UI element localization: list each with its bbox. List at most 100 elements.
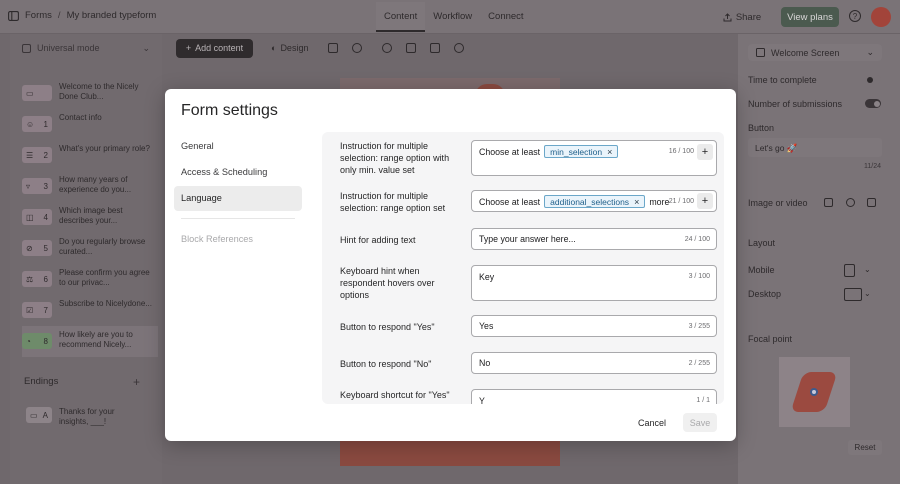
- list-item[interactable]: ⊘ 5 Do you regularly browse curated...: [22, 233, 158, 264]
- contact-icon: ☺ 1: [22, 116, 52, 132]
- no-button-input[interactable]: No 2 / 255: [471, 352, 717, 374]
- trash-icon[interactable]: [867, 198, 876, 207]
- view-plans-button[interactable]: View plans: [781, 7, 839, 27]
- avatar[interactable]: [871, 7, 891, 27]
- top-bar: Forms / My branded typeform Content Work…: [0, 0, 900, 34]
- setting-label: Instruction for multiple selection: rang…: [340, 191, 446, 214]
- edit-image-icon[interactable]: [846, 198, 855, 207]
- tab-connect[interactable]: Connect: [480, 0, 531, 34]
- list-item[interactable]: ▿ 3 How many years of experience do you...: [22, 171, 158, 202]
- mode-select[interactable]: Universal mode ⌄: [10, 40, 158, 56]
- number-of-submissions-toggle[interactable]: [865, 99, 881, 108]
- time-to-complete-toggle[interactable]: [865, 75, 881, 84]
- tab-workflow[interactable]: Workflow: [425, 0, 480, 34]
- modal-title: Form settings: [181, 102, 278, 119]
- setting-label: Button to respond "No": [340, 359, 432, 369]
- image-choice-icon: ◫ 4: [22, 209, 52, 225]
- setting-label: Instruction for multiple selection: rang…: [340, 141, 450, 176]
- add-variable-button[interactable]: +: [697, 144, 713, 160]
- share-label: Share: [735, 11, 762, 23]
- dropdown-icon: ▿ 3: [22, 178, 52, 194]
- chevron-down-icon[interactable]: ⌄: [864, 265, 871, 274]
- number-of-submissions-label: Number of submissions: [748, 99, 843, 109]
- variable-chip[interactable]: min_selection ×: [544, 145, 619, 158]
- list-item[interactable]: ◫ 4 Which image best describes your...: [22, 202, 158, 233]
- welcome-icon: ▭: [22, 85, 52, 101]
- mode-label: Universal mode: [37, 43, 100, 53]
- range-min-instruction-input[interactable]: Choose at least min_selection × 16 / 100 …: [471, 140, 717, 176]
- language-settings-panel[interactable]: Instruction for multiple selection: rang…: [322, 132, 724, 404]
- variable-chip[interactable]: additional_selections ×: [544, 195, 646, 208]
- form-name[interactable]: My branded typeform: [67, 10, 157, 21]
- button-text-input[interactable]: Let's go 🚀: [748, 138, 882, 157]
- reset-button[interactable]: Reset: [848, 440, 882, 455]
- nav-item-access-scheduling[interactable]: Access & Scheduling: [174, 160, 302, 185]
- help-icon[interactable]: ?: [849, 10, 861, 22]
- nav-item-general[interactable]: General: [174, 134, 302, 159]
- add-ending-icon[interactable]: +: [133, 375, 140, 389]
- design-button[interactable]: ◐ Design: [271, 43, 308, 53]
- desktop-label: Desktop: [748, 289, 782, 299]
- question-list: ▭ Welcome to the Nicely Done Club... ☺ 1 Co…: [22, 78, 158, 357]
- save-button[interactable]: Save: [683, 413, 717, 432]
- char-count: 21 / 100: [668, 198, 694, 205]
- nav-divider: [181, 218, 295, 219]
- breadcrumb-separator: /: [57, 10, 61, 21]
- nav-item-block-references: Block References: [181, 234, 254, 244]
- settings-nav: General Access & Scheduling Language Blo…: [174, 134, 302, 253]
- ending-item[interactable]: ▭ A Thanks for your insights, ___!: [26, 407, 139, 427]
- breadcrumb-forms-link[interactable]: Forms: [25, 10, 52, 21]
- list-item[interactable]: ☺ 1 Contact info: [22, 109, 158, 140]
- list-item[interactable]: ▭ Welcome to the Nicely Done Club...: [22, 78, 158, 109]
- desktop-layout-icon[interactable]: [844, 288, 862, 301]
- translate-icon[interactable]: [406, 43, 417, 53]
- play-icon[interactable]: [352, 43, 363, 53]
- screen-type-select[interactable]: Welcome Screen ⌄: [748, 44, 882, 61]
- char-count: 1 / 1: [696, 397, 710, 404]
- chevron-down-icon[interactable]: ⌄: [864, 289, 871, 298]
- add-variable-button[interactable]: +: [697, 193, 713, 209]
- field-prefix: Choose at least: [479, 146, 541, 157]
- nps-icon: ◔ 8: [22, 333, 52, 349]
- focal-point-handle[interactable]: [810, 388, 818, 396]
- yes-button-input[interactable]: Yes 3 / 255: [471, 315, 717, 337]
- text-hint-input[interactable]: Type your answer here... 24 / 100: [471, 228, 717, 250]
- settings-icon[interactable]: [382, 43, 393, 53]
- keyboard-hint-input[interactable]: Key 3 / 100: [471, 265, 717, 301]
- list-item[interactable]: ⚖ 6 Please confirm you agree to our privac…: [22, 264, 158, 295]
- add-content-button[interactable]: + Add content: [176, 38, 253, 58]
- copy-icon[interactable]: [824, 198, 833, 207]
- range-instruction-input[interactable]: Choose at least additional_selections × m…: [471, 190, 717, 212]
- form-settings-modal: Form settings General Access & Schedulin…: [165, 89, 736, 441]
- tab-content[interactable]: Content: [376, 2, 426, 32]
- checkbox-icon: ☑ 7: [22, 302, 52, 318]
- target-icon[interactable]: [454, 43, 465, 53]
- cancel-button[interactable]: Cancel: [633, 414, 671, 431]
- close-icon[interactable]: ×: [607, 147, 612, 157]
- chevron-down-icon: ⌄: [866, 47, 874, 57]
- focal-point-picker[interactable]: [779, 357, 850, 427]
- yes-shortcut-input[interactable]: Y 1 / 1: [471, 389, 717, 404]
- editor-toolbar: + Add content ◐ Design: [176, 38, 465, 58]
- breadcrumb: Forms / My branded typeform: [8, 10, 156, 21]
- setting-label: Button to respond "Yes": [340, 322, 435, 332]
- char-count: 2 / 255: [688, 360, 710, 367]
- device-preview-icon[interactable]: [328, 43, 339, 53]
- list-icon: ☰ 2: [22, 147, 52, 163]
- endings-title: Endings: [24, 376, 59, 387]
- close-icon[interactable]: ×: [634, 197, 639, 207]
- setting-label: Keyboard shortcut for "Yes": [340, 390, 450, 400]
- button-setting-label: Button: [748, 123, 775, 133]
- logic-icon[interactable]: [430, 43, 441, 53]
- list-item[interactable]: ◔ 8 How likely are you to recommend Nicely…: [22, 326, 158, 357]
- main-tabs: Content Workflow Connect: [376, 0, 532, 34]
- nav-item-language[interactable]: Language: [174, 186, 302, 211]
- list-item[interactable]: ☰ 2 What's your primary role?: [22, 140, 158, 171]
- image-or-video-label: Image or video: [748, 198, 808, 208]
- share-button[interactable]: Share: [716, 7, 768, 27]
- chevron-down-icon: ⌄: [142, 43, 150, 53]
- mobile-layout-icon[interactable]: [844, 264, 855, 277]
- legal-icon: ⚖ 6: [22, 271, 52, 287]
- focal-point-title: Focal point: [748, 334, 793, 344]
- list-item[interactable]: ☑ 7 Subscribe to Nicelydone...: [22, 295, 158, 326]
